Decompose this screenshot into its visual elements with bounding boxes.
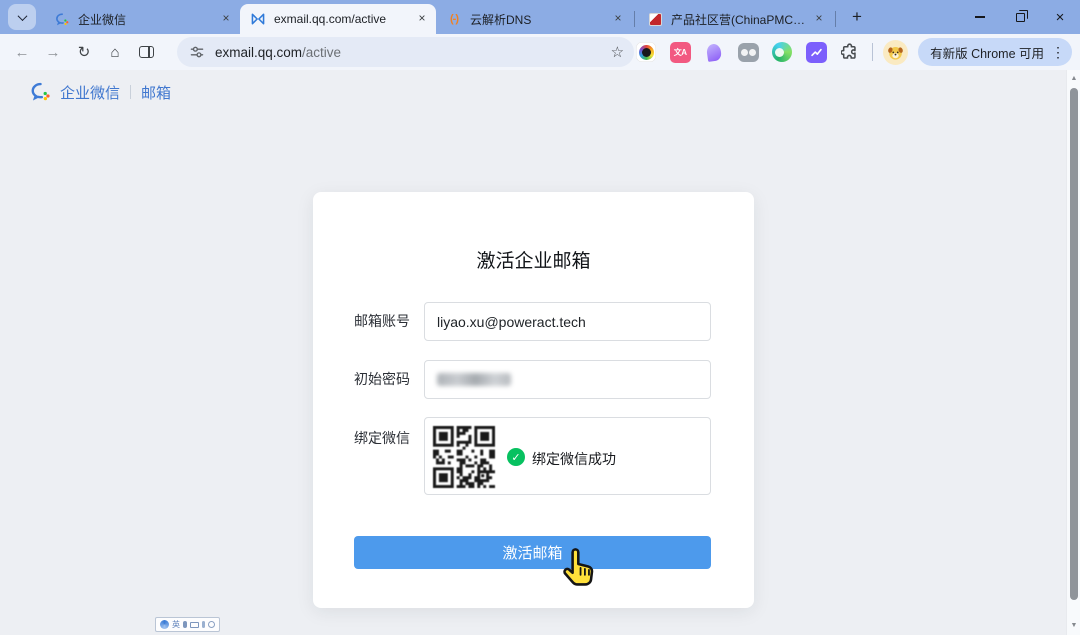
- brand-product[interactable]: 邮箱: [141, 82, 171, 103]
- page-content: 企业微信 邮箱 激活企业邮箱 邮箱账号 初始密码 绑定微信 ✓ 绑定微信成功 激…: [0, 70, 1080, 635]
- minimize-icon: [975, 16, 985, 18]
- success-check-icon: ✓: [507, 448, 525, 466]
- reload-button[interactable]: ↻: [70, 38, 98, 66]
- restore-button[interactable]: [1000, 0, 1040, 34]
- activation-card: 激活企业邮箱 邮箱账号 初始密码 绑定微信 ✓ 绑定微信成功 激活邮箱: [313, 192, 754, 608]
- extension-chart-icon[interactable]: [804, 40, 828, 64]
- extensions-area: 文A: [634, 38, 1072, 66]
- extension-swirl-icon[interactable]: [770, 40, 794, 64]
- close-icon: ×: [1056, 10, 1065, 25]
- extensions-puzzle-icon[interactable]: [838, 40, 862, 64]
- wechat-qr-code: [433, 426, 495, 488]
- ime-punctuation-icon[interactable]: [183, 621, 187, 628]
- restore-icon: [1016, 13, 1025, 22]
- url-domain: exmail.qq.com: [215, 45, 302, 60]
- chevron-down-icon: [17, 11, 27, 21]
- toolbar-divider: [872, 43, 873, 61]
- browser-toolbar: ← → ↻ ⌂ exmail.qq.com/active ☆ 文A: [0, 34, 1080, 70]
- scroll-up-icon[interactable]: ▲: [1067, 75, 1080, 82]
- ime-mic-icon[interactable]: [202, 621, 205, 628]
- ime-logo-icon[interactable]: [160, 620, 169, 629]
- bookmark-star-icon[interactable]: ☆: [611, 43, 624, 61]
- address-bar[interactable]: exmail.qq.com/active ☆: [177, 37, 634, 67]
- extension-color-ring-icon[interactable]: [634, 40, 658, 64]
- wechat-bind-label: 绑定微信: [354, 430, 410, 447]
- tab-close-icon[interactable]: ×: [414, 11, 430, 27]
- chrome-update-label: 有新版 Chrome 可用: [930, 43, 1044, 62]
- home-button[interactable]: ⌂: [101, 38, 129, 66]
- extension-goggles-icon[interactable]: [736, 40, 760, 64]
- activate-mailbox-button[interactable]: 激活邮箱: [354, 536, 711, 569]
- ime-settings-icon[interactable]: [208, 621, 215, 628]
- tab-title: exmail.qq.com/active: [274, 12, 414, 26]
- tab-strip: 企业微信 × exmail.qq.com/active × (-) 云解析DNS…: [0, 0, 1080, 34]
- profile-avatar[interactable]: [883, 40, 908, 65]
- tab-close-icon[interactable]: ×: [218, 11, 234, 27]
- brand-divider: [130, 85, 131, 99]
- exmail-favicon-icon: [250, 11, 266, 27]
- forward-button[interactable]: →: [39, 38, 67, 66]
- scrollbar-thumb[interactable]: [1070, 88, 1078, 600]
- redacted-password-blur: [437, 373, 511, 386]
- extension-translate-icon[interactable]: 文A: [668, 40, 692, 64]
- email-label: 邮箱账号: [354, 313, 410, 330]
- tab-exmail-active[interactable]: exmail.qq.com/active ×: [240, 4, 436, 34]
- new-tab-button[interactable]: +: [844, 4, 870, 30]
- tab-search-button[interactable]: [8, 4, 36, 30]
- site-settings-icon[interactable]: [189, 44, 205, 60]
- tab-title: 产品社区营(ChinaPMCC)™ - –: [671, 11, 811, 28]
- password-label: 初始密码: [354, 371, 410, 388]
- minimize-button[interactable]: [960, 0, 1000, 34]
- wechat-work-favicon-icon: [54, 11, 70, 27]
- email-field[interactable]: [424, 302, 711, 341]
- tab-close-icon[interactable]: ×: [811, 11, 827, 27]
- flag-favicon-icon: [647, 11, 663, 27]
- browser-menu-icon[interactable]: ⋮: [1050, 44, 1066, 61]
- tab-dns[interactable]: (-) 云解析DNS ×: [436, 4, 632, 34]
- tab-close-icon[interactable]: ×: [610, 11, 626, 27]
- extension-flame-icon[interactable]: [702, 40, 726, 64]
- tab-title: 企业微信: [78, 11, 218, 28]
- close-window-button[interactable]: ×: [1040, 0, 1080, 34]
- wechat-work-logo-icon: [30, 81, 52, 103]
- password-field[interactable]: [424, 360, 711, 399]
- back-button[interactable]: ←: [8, 38, 36, 66]
- tab-chinapmcc[interactable]: 产品社区营(ChinaPMCC)™ - – ×: [637, 4, 833, 34]
- url-text: exmail.qq.com/active: [215, 45, 341, 60]
- url-path: /active: [302, 45, 341, 60]
- page-scrollbar[interactable]: ▲ ▼: [1066, 70, 1080, 635]
- tab-separator: [835, 11, 836, 27]
- window-controls: ×: [960, 0, 1080, 34]
- dog-avatar-icon: [886, 43, 905, 62]
- card-title: 激活企业邮箱: [313, 246, 754, 273]
- brand-name[interactable]: 企业微信: [60, 82, 120, 103]
- side-panel-button[interactable]: [132, 38, 160, 66]
- browser-window: 企业微信 × exmail.qq.com/active × (-) 云解析DNS…: [0, 0, 1080, 635]
- tab-title: 云解析DNS: [470, 11, 610, 28]
- wechat-bind-box: ✓ 绑定微信成功: [424, 417, 711, 495]
- wechat-bind-status: 绑定微信成功: [532, 449, 616, 469]
- ime-keyboard-icon[interactable]: [190, 622, 199, 628]
- dns-favicon-icon: (-): [446, 11, 462, 27]
- site-header: 企业微信 邮箱: [30, 81, 171, 103]
- tab-separator: [634, 11, 635, 27]
- tab-wechat-work[interactable]: 企业微信 ×: [44, 4, 240, 34]
- ime-language-mode-icon[interactable]: 英: [172, 620, 180, 629]
- ime-toolbar[interactable]: 英: [155, 617, 220, 632]
- chrome-update-button[interactable]: 有新版 Chrome 可用 ⋮: [918, 38, 1072, 66]
- side-panel-icon: [139, 46, 154, 58]
- scroll-down-icon[interactable]: ▼: [1067, 622, 1080, 629]
